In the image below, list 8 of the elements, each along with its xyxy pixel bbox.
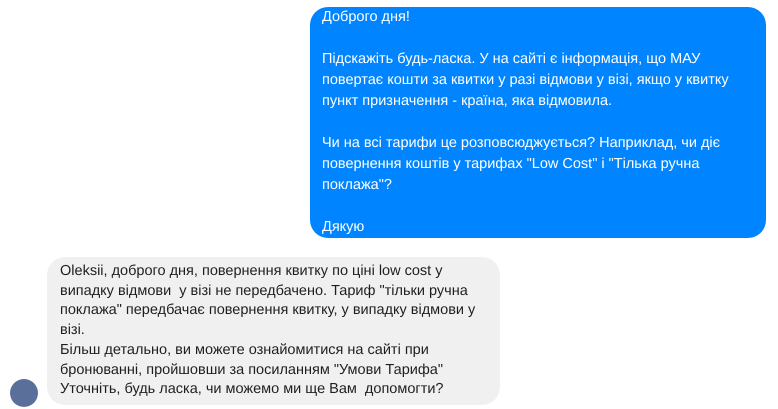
- avatar: [10, 378, 38, 407]
- message-text: Більш детально, ви можете ознайомитися на сайті при бронюванні, пройшовши за посиланням "Умови Тарифа": [60, 340, 444, 380]
- message-text: Уточніть, будь ласка, чи можемо ми ще Вам допомогти?: [60, 380, 444, 400]
- message-text: Дякую: [322, 218, 366, 237]
- message-text: Підскажіть будь-ласка. У на сайті є інформація, що МАУ повертає кошти за квитки у разі відмови у візі, якщо у квитку пункт призначення - країна, яка відмовила.: [322, 50, 730, 111]
- message-text: Доброго дня!: [322, 8, 411, 27]
- message-text: Oleksii, доброго дня, повернення квитку по ціні low cost у випадку відмови у візі не передбачено. Тариф "тільки ручна поклажа" передбачає повернення квитку, у випадку відмови у візі.: [60, 262, 476, 340]
- message-text: Чи на всі тарифи це розповсюджується? Наприклад, чи діє повернення коштів у тарифах "Low Cost" і "Тілька ручна поклажа"?: [322, 134, 722, 195]
